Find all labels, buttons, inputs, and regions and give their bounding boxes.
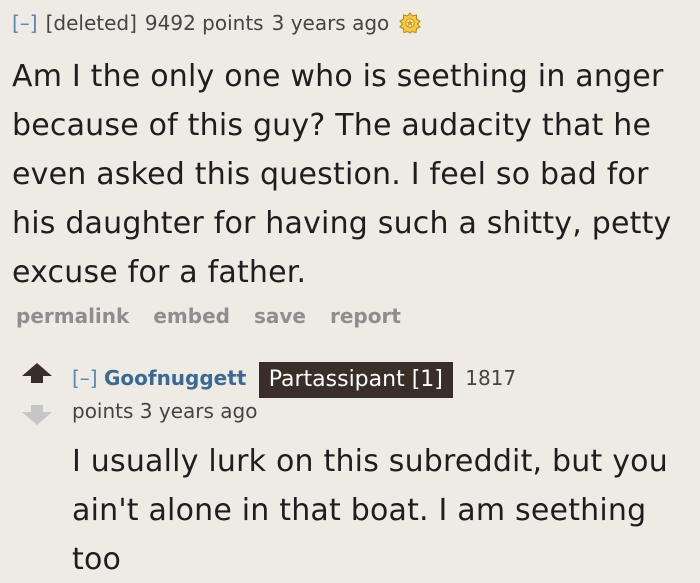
reply-collapse-toggle[interactable]: [–] xyxy=(72,366,98,390)
comment-thread: [–] [deleted] 9492 points 3 years ago Am… xyxy=(0,0,700,583)
embed-button[interactable]: embed xyxy=(153,304,230,328)
reply-comment-text: I usually lurk on this subreddit, but yo… xyxy=(72,444,668,577)
parent-age: 3 years ago xyxy=(271,11,390,35)
user-flair-badge: Partassipant [1] xyxy=(258,361,453,398)
reply-score: 1817 xyxy=(465,366,517,390)
upvote-arrow-icon[interactable] xyxy=(22,363,52,383)
parent-author: [deleted] xyxy=(45,11,137,35)
downvote-arrow-icon[interactable] xyxy=(22,405,52,425)
parent-action-buttons: permalink embed save report xyxy=(16,300,425,332)
gilded-award-icon xyxy=(399,12,422,34)
report-button[interactable]: report xyxy=(330,304,401,328)
parent-points: 9492 points xyxy=(144,11,264,35)
parent-collapse-toggle[interactable]: [–] xyxy=(12,11,38,35)
parent-comment-text: Am I the only one who is seething in ang… xyxy=(12,59,672,290)
reply-points-age: points 3 years ago xyxy=(72,399,258,423)
parent-tagline: [–] [deleted] 9492 points 3 years ago xyxy=(12,8,422,38)
reply-author-link[interactable]: Goofnuggett xyxy=(104,366,246,390)
permalink-button[interactable]: permalink xyxy=(16,304,129,328)
save-button[interactable]: save xyxy=(254,304,306,328)
